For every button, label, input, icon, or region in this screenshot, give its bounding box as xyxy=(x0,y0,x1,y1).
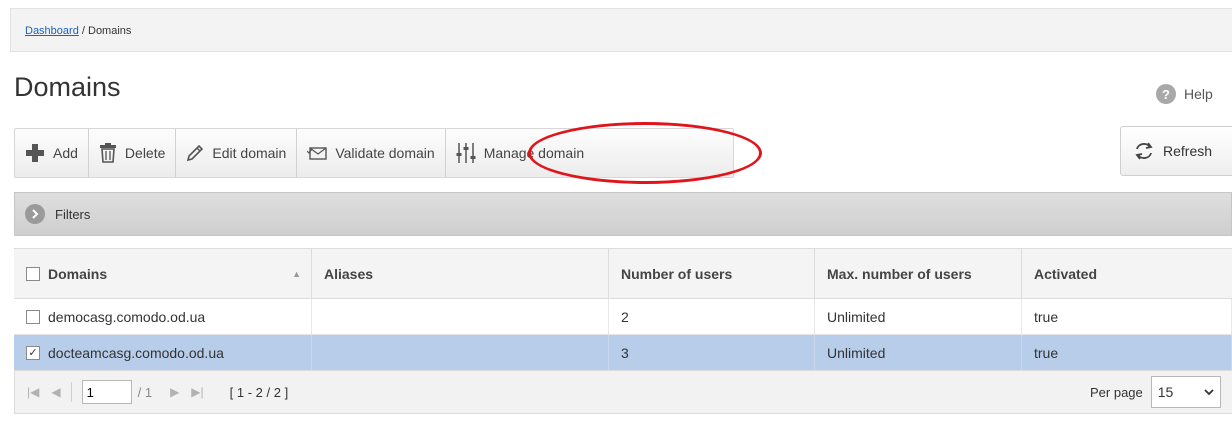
help-link[interactable]: ? Help xyxy=(1156,84,1213,104)
last-page-icon[interactable]: ▶| xyxy=(191,385,203,399)
page-number-input[interactable] xyxy=(81,380,132,404)
delete-button[interactable]: Delete xyxy=(89,129,177,177)
breadcrumb-separator: / xyxy=(78,25,88,37)
chevron-right-icon xyxy=(25,204,45,224)
help-label: Help xyxy=(1184,86,1213,102)
column-header-activated[interactable]: Activated xyxy=(1022,249,1232,298)
table-row[interactable]: ✓ docteamcasg.comodo.od.ua 3 Unlimited t… xyxy=(14,335,1232,371)
refresh-button[interactable]: Refresh xyxy=(1120,126,1232,176)
cell-aliases xyxy=(312,335,609,370)
domain-name: docteamcasg.comodo.od.ua xyxy=(48,344,224,361)
breadcrumb-bar: Dashboard / Domains xyxy=(10,8,1232,52)
manage-domain-label: Manage domain xyxy=(483,145,585,161)
column-header-max-users[interactable]: Max. number of users xyxy=(815,249,1022,298)
validate-domain-button[interactable]: Validate domain xyxy=(297,129,446,177)
delete-label: Delete xyxy=(124,145,166,161)
cell-domain: democasg.comodo.od.ua xyxy=(14,299,312,334)
per-page-control: Per page 15 xyxy=(1090,371,1221,413)
row-checkbox[interactable] xyxy=(26,309,40,324)
manage-domain-button[interactable]: Manage domain xyxy=(446,129,594,177)
cell-activated: true xyxy=(1022,299,1232,334)
envelope-check-icon xyxy=(307,147,328,160)
validate-domain-label: Validate domain xyxy=(335,145,435,161)
select-all-checkbox[interactable] xyxy=(26,266,40,281)
table-row[interactable]: democasg.comodo.od.ua 2 Unlimited true xyxy=(14,299,1232,335)
first-page-icon[interactable]: |◀ xyxy=(27,385,39,399)
cell-number-of-users: 3 xyxy=(609,335,815,370)
filters-label: Filters xyxy=(55,206,91,222)
plus-icon xyxy=(26,144,44,162)
breadcrumb-current: Domains xyxy=(88,25,132,37)
cell-number-of-users: 2 xyxy=(609,299,815,334)
refresh-icon xyxy=(1135,142,1153,160)
edit-domain-button[interactable]: Edit domain xyxy=(176,129,298,177)
per-page-select[interactable]: 15 xyxy=(1150,376,1221,408)
refresh-label: Refresh xyxy=(1163,143,1213,159)
pager: |◀ ◀ / 1 ▶ ▶| [ 1 - 2 / 2 ] Per page 15 xyxy=(14,370,1232,414)
edit-domain-label: Edit domain xyxy=(212,145,287,161)
cell-max-users: Unlimited xyxy=(815,335,1022,370)
column-header-aliases[interactable]: Aliases xyxy=(312,249,609,298)
sliders-icon xyxy=(456,143,476,163)
per-page-label: Per page xyxy=(1090,384,1143,400)
table-header-row: Domains ▲ Aliases Number of users Max. n… xyxy=(14,249,1232,299)
breadcrumb-link-dashboard[interactable]: Dashboard xyxy=(25,25,79,37)
question-icon: ? xyxy=(1156,84,1176,104)
column-header-number-of-users[interactable]: Number of users xyxy=(609,249,815,298)
column-header-label: Domains xyxy=(48,265,108,282)
breadcrumb: Dashboard / Domains xyxy=(25,25,131,37)
prev-page-icon[interactable]: ◀ xyxy=(51,385,60,399)
cell-aliases xyxy=(312,299,609,334)
add-button[interactable]: Add xyxy=(15,129,89,177)
per-page-value: 15 xyxy=(1157,384,1174,400)
sort-arrow-icon: ▲ xyxy=(292,268,301,279)
toolbar: Add Delete Edit domain Validate domain M… xyxy=(14,128,734,178)
cell-domain: ✓ docteamcasg.comodo.od.ua xyxy=(14,335,312,370)
cell-max-users: Unlimited xyxy=(815,299,1022,334)
filters-bar[interactable]: Filters xyxy=(14,192,1232,236)
domains-table: Domains ▲ Aliases Number of users Max. n… xyxy=(14,248,1232,371)
pager-separator xyxy=(70,382,72,402)
row-checkbox[interactable]: ✓ xyxy=(26,345,40,360)
add-label: Add xyxy=(53,145,78,161)
column-header-domains[interactable]: Domains ▲ xyxy=(14,249,312,298)
record-range: [ 1 - 2 / 2 ] xyxy=(229,384,289,400)
trash-icon xyxy=(99,143,116,163)
page-total: / 1 xyxy=(137,384,153,400)
pencil-icon xyxy=(187,144,204,162)
table-body: democasg.comodo.od.ua 2 Unlimited true ✓… xyxy=(14,299,1232,371)
page-title: Domains xyxy=(14,72,121,102)
next-page-icon[interactable]: ▶ xyxy=(170,385,179,399)
cell-activated: true xyxy=(1022,335,1232,370)
chevron-down-icon xyxy=(1204,389,1214,396)
domain-name: democasg.comodo.od.ua xyxy=(48,308,206,325)
